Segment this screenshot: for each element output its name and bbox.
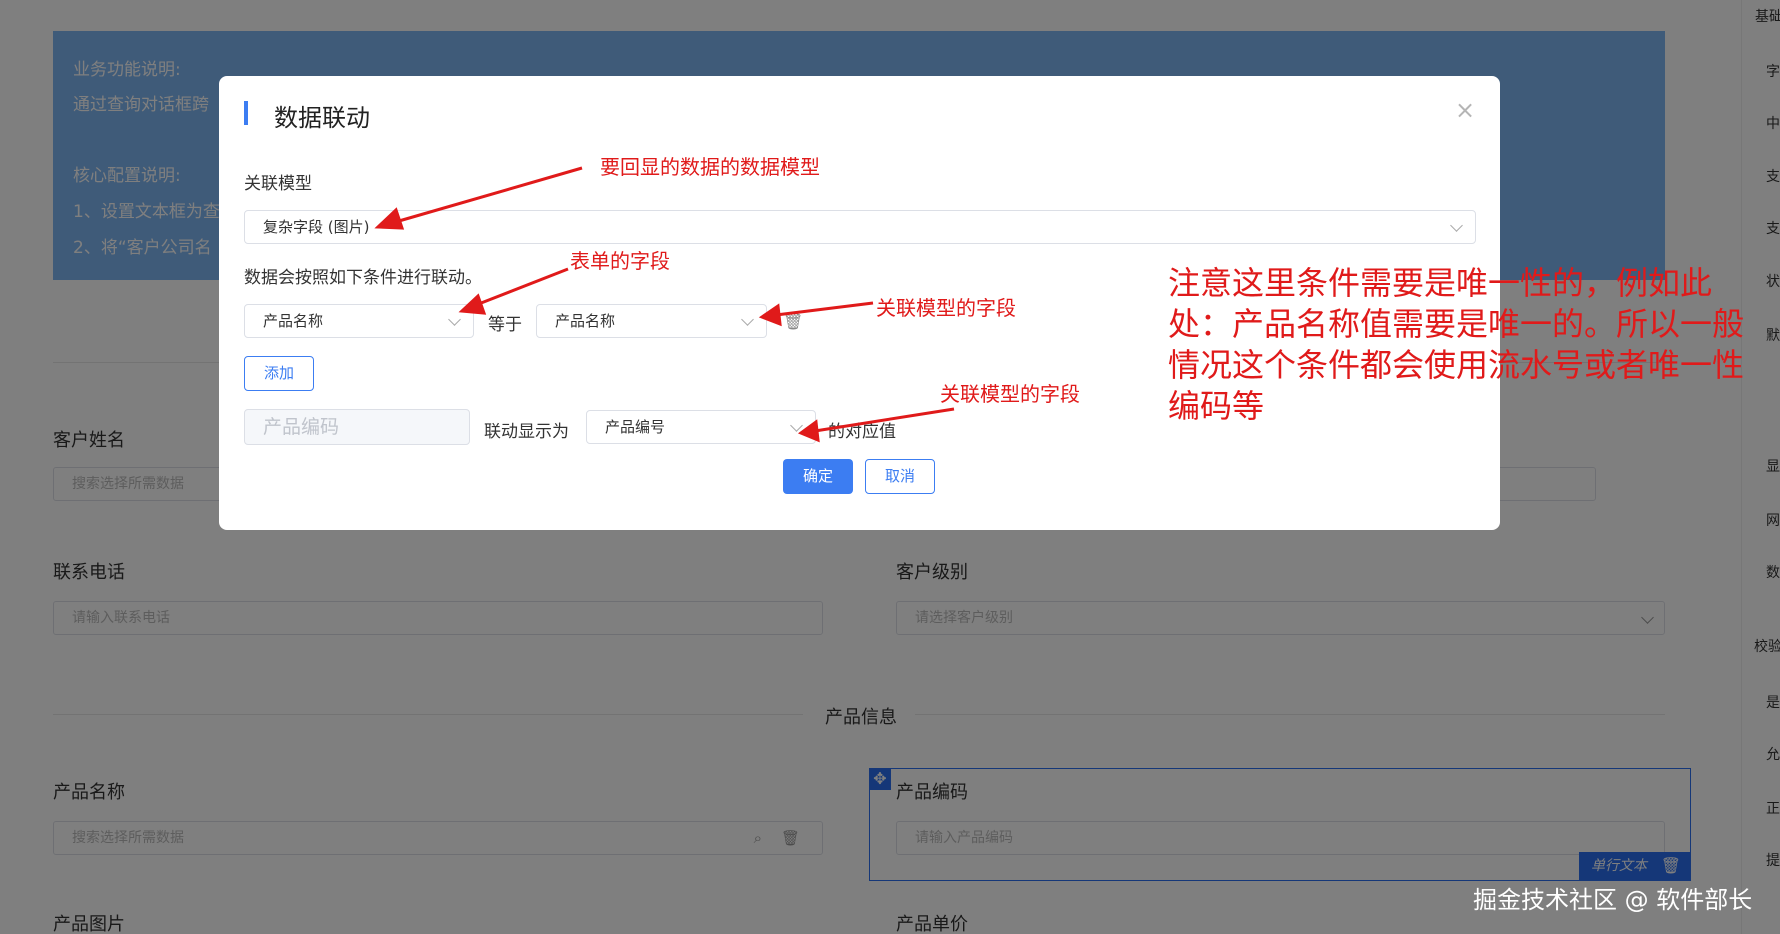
watermark: 掘金技术社区 @ 软件部长: [1473, 886, 1753, 914]
annotation-arrows: [374, 166, 955, 443]
arrow-line: [475, 267, 569, 307]
note-line: 注意这里条件需要是唯一性的，例如此: [1168, 264, 1713, 302]
arrow-line: [775, 301, 874, 317]
arrow-head: [758, 303, 782, 327]
annotation-related-field-2: 关联模型的字段: [940, 382, 1080, 406]
note-line: 编码等: [1168, 387, 1265, 425]
arrow-head: [797, 419, 820, 443]
uniqueness-note: 注意这里条件需要是唯一性的，例如此 处：产品名称值需要是唯一的。所以一般 情况这…: [1168, 263, 1758, 427]
note-line: 处：产品名称值需要是唯一的。所以一般: [1168, 305, 1745, 343]
arrow-head: [374, 207, 405, 230]
annotation-related-field-1: 关联模型的字段: [876, 296, 1016, 320]
note-line: 情况这个条件都会使用流水号或者唯一性: [1168, 346, 1745, 384]
annotation-form-field: 表单的字段: [570, 249, 670, 273]
annotation-model: 要回显的数据的数据模型: [600, 155, 820, 179]
arrow-head: [458, 293, 487, 315]
arrow-line: [391, 166, 583, 225]
arrow-line: [814, 407, 955, 433]
